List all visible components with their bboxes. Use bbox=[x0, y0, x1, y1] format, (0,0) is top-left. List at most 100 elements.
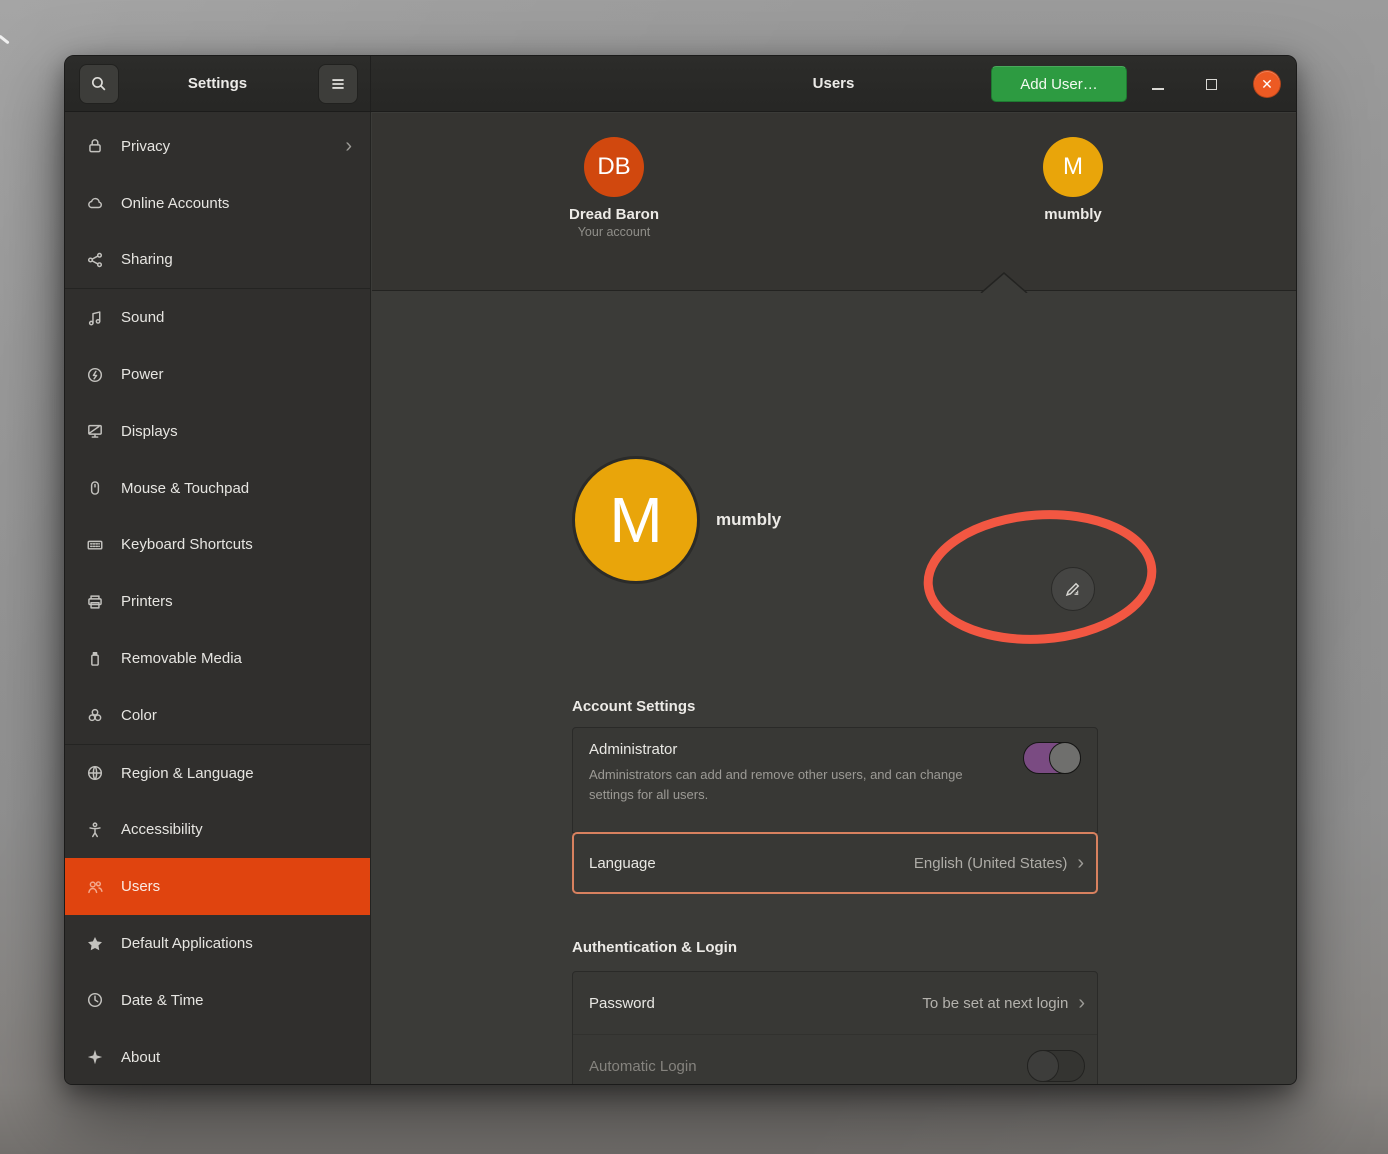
sidebar-item-printers[interactable]: Printers bbox=[65, 573, 370, 630]
flash-drive-icon bbox=[85, 649, 105, 669]
sidebar-item-label: Displays bbox=[121, 423, 178, 440]
maximize-button[interactable] bbox=[1201, 74, 1221, 94]
toggle-knob bbox=[1049, 742, 1081, 774]
automatic-login-row: Automatic Login bbox=[573, 1035, 1097, 1085]
add-user-button[interactable]: Add User… bbox=[991, 66, 1127, 102]
close-button[interactable]: ✕ bbox=[1253, 70, 1281, 98]
user-carousel: DB Dread Baron Your account M mumbly bbox=[372, 113, 1296, 291]
language-row[interactable]: Language English (United States) bbox=[572, 832, 1098, 894]
sidebar-header: Settings bbox=[65, 56, 371, 111]
sidebar-item-removable-media[interactable]: Removable Media bbox=[65, 630, 370, 687]
color-circles-icon bbox=[85, 705, 105, 725]
sidebar-item-label: Color bbox=[121, 707, 157, 724]
sidebar-item-label: Power bbox=[121, 366, 164, 383]
section-heading-auth-login: Authentication & Login bbox=[572, 939, 737, 956]
user-name: mumbly bbox=[983, 206, 1163, 223]
sidebar-item-label: Region & Language bbox=[121, 765, 254, 782]
keyboard-icon bbox=[85, 535, 105, 555]
menu-button[interactable] bbox=[318, 64, 358, 104]
user-avatar-large: M bbox=[572, 456, 700, 584]
sidebar-item-label: Privacy bbox=[121, 138, 170, 155]
sidebar-item-color[interactable]: Color bbox=[65, 687, 370, 744]
hamburger-icon bbox=[329, 75, 347, 93]
sidebar-item-label: Accessibility bbox=[121, 821, 203, 838]
edit-avatar-button[interactable] bbox=[1051, 567, 1095, 611]
main-header: Users Add User… ✕ bbox=[371, 56, 1296, 111]
sidebar-item-label: Removable Media bbox=[121, 650, 242, 667]
person-icon bbox=[85, 820, 105, 840]
monitor-icon bbox=[85, 421, 105, 441]
sidebar-item-users[interactable]: Users bbox=[65, 858, 370, 915]
sidebar-item-label: About bbox=[121, 1049, 160, 1066]
password-row[interactable]: Password To be set at next login bbox=[573, 972, 1097, 1035]
sidebar: Privacy Online Accounts Sharing Sound Po… bbox=[65, 112, 371, 1084]
avatar-initials: M bbox=[1063, 153, 1083, 181]
sidebar-item-keyboard-shortcuts[interactable]: Keyboard Shortcuts bbox=[65, 517, 370, 574]
titlebar: Settings Users Add User… ✕ bbox=[65, 56, 1296, 112]
avatar-initials: DB bbox=[597, 153, 630, 181]
close-icon: ✕ bbox=[1261, 76, 1273, 93]
user-subtitle: Your account bbox=[524, 225, 704, 239]
star-icon bbox=[85, 934, 105, 954]
sidebar-item-label: Users bbox=[121, 878, 160, 895]
sidebar-item-label: Sharing bbox=[121, 251, 173, 268]
automatic-login-toggle bbox=[1027, 1050, 1085, 1082]
sidebar-item-date-time[interactable]: Date & Time bbox=[65, 972, 370, 1029]
sidebar-item-sharing[interactable]: Sharing bbox=[65, 232, 370, 289]
sidebar-item-label: Online Accounts bbox=[121, 195, 229, 212]
automatic-login-label: Automatic Login bbox=[589, 1058, 697, 1075]
administrator-label: Administrator bbox=[589, 741, 1081, 758]
sidebar-item-label: Default Applications bbox=[121, 935, 253, 952]
sidebar-item-privacy[interactable]: Privacy bbox=[65, 118, 370, 175]
sidebar-item-default-applications[interactable]: Default Applications bbox=[65, 915, 370, 972]
password-label: Password bbox=[589, 995, 655, 1012]
search-button[interactable] bbox=[79, 64, 119, 104]
user-chip-dread-baron[interactable]: DB Dread Baron Your account bbox=[524, 137, 704, 239]
user-detail-panel: M mumbly Account Settings Administrator … bbox=[372, 292, 1296, 1084]
chevron-right-icon bbox=[345, 136, 352, 156]
sidebar-item-label: Keyboard Shortcuts bbox=[121, 536, 253, 553]
share-nodes-icon bbox=[85, 250, 105, 270]
sidebar-item-displays[interactable]: Displays bbox=[65, 403, 370, 460]
avatar: M bbox=[1043, 137, 1103, 197]
globe-icon bbox=[85, 763, 105, 783]
administrator-toggle[interactable] bbox=[1023, 742, 1081, 774]
auth-login-group: Password To be set at next login Automat… bbox=[572, 971, 1098, 1085]
sidebar-item-sound[interactable]: Sound bbox=[65, 289, 370, 346]
user-name: Dread Baron bbox=[524, 206, 704, 223]
language-label: Language bbox=[589, 855, 656, 872]
administrator-row: Administrator Administrators can add and… bbox=[572, 727, 1098, 833]
two-users-icon bbox=[85, 877, 105, 897]
toggle-knob bbox=[1027, 1050, 1059, 1082]
avatar: DB bbox=[584, 137, 644, 197]
wallpaper-artifact bbox=[0, 35, 10, 45]
sidebar-item-online-accounts[interactable]: Online Accounts bbox=[65, 175, 370, 232]
maximize-icon bbox=[1206, 79, 1217, 90]
sidebar-item-power[interactable]: Power bbox=[65, 346, 370, 403]
sidebar-item-region-language[interactable]: Region & Language bbox=[65, 745, 370, 802]
printer-icon bbox=[85, 592, 105, 612]
clock-icon bbox=[85, 990, 105, 1010]
music-note-icon bbox=[85, 308, 105, 328]
chevron-right-icon bbox=[1077, 853, 1084, 873]
minimize-button[interactable] bbox=[1148, 74, 1168, 94]
sidebar-item-about[interactable]: About bbox=[65, 1029, 370, 1085]
sidebar-item-accessibility[interactable]: Accessibility bbox=[65, 802, 370, 859]
app-title: Settings bbox=[188, 75, 247, 92]
language-value: English (United States) bbox=[914, 855, 1067, 872]
sidebar-item-label: Sound bbox=[121, 309, 164, 326]
sidebar-item-label: Printers bbox=[121, 593, 173, 610]
password-value: To be set at next login bbox=[922, 995, 1068, 1012]
chevron-right-icon bbox=[1078, 993, 1085, 1013]
username: mumbly bbox=[716, 510, 781, 530]
minimize-icon bbox=[1152, 88, 1164, 90]
administrator-description: Administrators can add and remove other … bbox=[589, 765, 967, 805]
user-chip-mumbly[interactable]: M mumbly bbox=[983, 137, 1163, 223]
pencil-icon bbox=[1063, 579, 1083, 599]
search-icon bbox=[90, 75, 108, 93]
sidebar-item-mouse-touchpad[interactable]: Mouse & Touchpad bbox=[65, 460, 370, 517]
lock-icon bbox=[85, 136, 105, 156]
sidebar-item-label: Mouse & Touchpad bbox=[121, 480, 249, 497]
cloud-icon bbox=[85, 193, 105, 213]
sidebar-item-label: Date & Time bbox=[121, 992, 204, 1009]
